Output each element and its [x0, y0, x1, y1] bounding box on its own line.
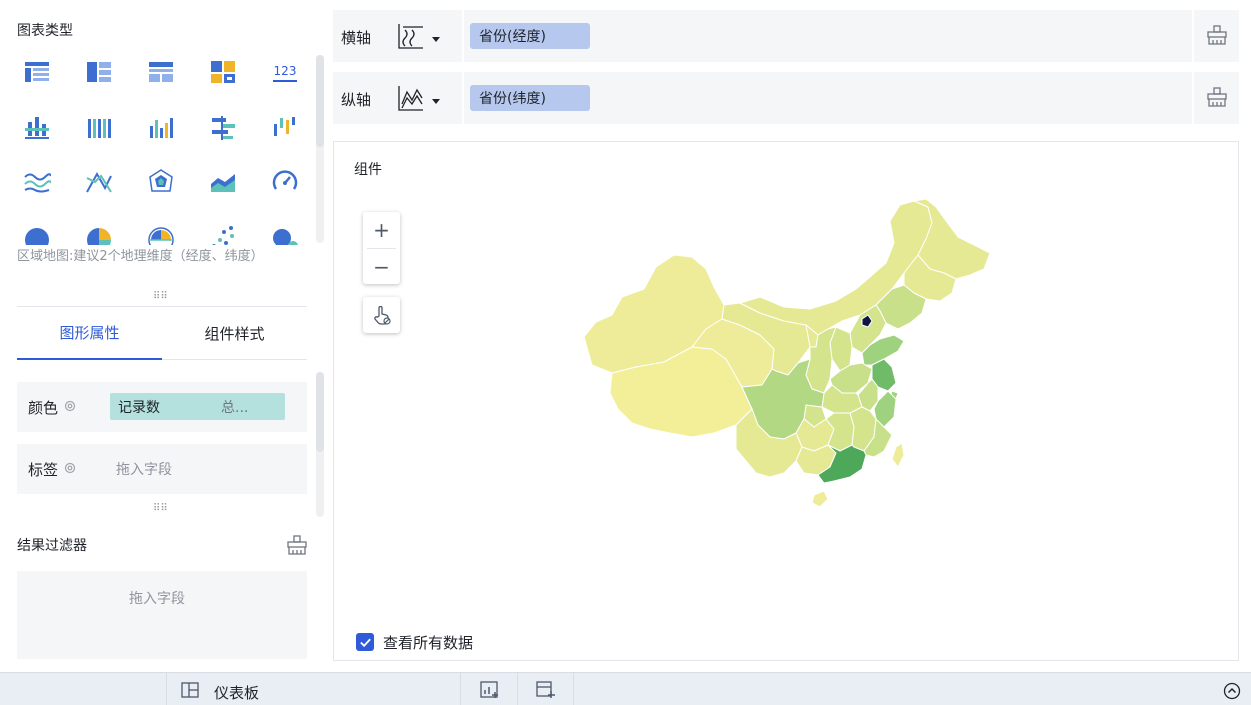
gear-icon[interactable] [63, 461, 77, 475]
add-component-button[interactable] [518, 673, 574, 705]
area-chart-icon[interactable] [198, 160, 248, 204]
detail-table-icon[interactable] [74, 50, 124, 94]
x-axis-dropdown-icon[interactable] [432, 37, 440, 42]
grouped-column-icon[interactable] [74, 106, 124, 150]
dashboard-icon [181, 682, 199, 698]
view-all-label: 查看所有数据 [383, 633, 474, 652]
cross-line-icon[interactable] [74, 160, 124, 204]
color-field-aggregation[interactable]: 总... [221, 397, 248, 417]
zoom-in-button[interactable]: + [363, 212, 400, 248]
label-label: 标签 [28, 461, 59, 479]
y-axis-field-pill[interactable]: 省份(纬度) [470, 85, 590, 111]
properties-scrollbar[interactable] [316, 372, 324, 452]
donut-segment-icon[interactable] [74, 216, 124, 245]
x-axis-clear-button[interactable] [1192, 10, 1239, 62]
resize-grip-icon[interactable]: ⠿⠿ [153, 503, 168, 514]
scatter-chart-icon[interactable] [198, 216, 248, 245]
x-axis-type-icon[interactable] [397, 22, 425, 50]
add-component-icon [535, 680, 555, 698]
region-taiwan [891, 442, 905, 468]
clear-brush-icon [1207, 87, 1227, 107]
china-region-map[interactable] [574, 197, 994, 557]
column-chart-icon[interactable] [136, 106, 186, 150]
range-column-icon[interactable] [260, 106, 310, 150]
collapse-up-icon[interactable] [1223, 682, 1241, 700]
x-axis-label: 横轴 [341, 29, 372, 47]
chart-types-title: 图表类型 [17, 23, 73, 39]
tab-shape-properties[interactable]: 图形属性 [17, 307, 162, 360]
view-all-checkbox[interactable] [356, 633, 374, 651]
x-axis-row: 横轴 省份(经度) [333, 10, 1239, 62]
y-axis-dropdown-icon[interactable] [432, 99, 440, 104]
zoom-control: + − [363, 212, 400, 284]
select-tool-button[interactable] [363, 297, 400, 333]
result-filter-drop-zone[interactable]: 拖入字段 [17, 571, 307, 659]
number-card-icon[interactable]: 123 [260, 50, 310, 94]
resize-grip-icon[interactable]: ⠿⠿ [153, 291, 168, 302]
rose-chart-icon[interactable] [136, 216, 186, 245]
chart-hint: 区域地图:建议2个地理维度（经度、纬度） [17, 249, 264, 264]
gauge-icon[interactable] [260, 160, 310, 204]
color-row: 颜色 记录数 总... [17, 382, 307, 432]
stacked-bar-icon[interactable] [12, 106, 62, 150]
region-hainan [811, 490, 829, 508]
property-tabs: 图形属性 组件样式 [17, 306, 307, 360]
dashboard-label: 仪表板 [214, 684, 260, 702]
chart-type-grid: 123 [12, 50, 312, 245]
wave-line-icon[interactable] [12, 160, 62, 204]
filter-drop-placeholder: 拖入字段 [129, 591, 185, 607]
y-axis-clear-button[interactable] [1192, 72, 1239, 124]
group-table-icon[interactable] [136, 50, 186, 94]
app-root: 图表类型 123 区域地图:建议2个地理维度（经度、纬度） ⠿⠿ 图形属性 组件… [0, 0, 1251, 705]
bubble-chart-icon[interactable] [260, 216, 310, 245]
clear-brush-icon [1207, 25, 1227, 45]
kpi-card-icon[interactable] [198, 50, 248, 94]
y-axis-label: 纵轴 [341, 91, 372, 109]
bottom-bar: 仪表板 [0, 672, 1251, 705]
add-chart-button[interactable] [462, 673, 518, 705]
chart-types-scrollbar[interactable] [316, 55, 324, 147]
color-label: 颜色 [28, 399, 59, 417]
pie-chart-icon[interactable] [12, 216, 62, 245]
label-drop-placeholder[interactable]: 拖入字段 [116, 459, 172, 479]
label-row: 标签 拖入字段 [17, 444, 307, 494]
hand-pointer-icon [373, 305, 391, 325]
component-title: 组件 [354, 162, 382, 178]
clear-brush-icon[interactable] [286, 534, 308, 556]
bar-chart-icon[interactable] [198, 106, 248, 150]
checkmark-icon [359, 638, 371, 647]
tab-component-style[interactable]: 组件样式 [162, 307, 307, 360]
x-axis-field-pill[interactable]: 省份(经度) [470, 23, 590, 49]
view-all-data-row[interactable]: 查看所有数据 [356, 632, 473, 652]
add-chart-icon [479, 680, 498, 698]
zoom-out-button[interactable]: − [363, 249, 400, 285]
left-panel: 图表类型 123 区域地图:建议2个地理维度（经度、纬度） ⠿⠿ 图形属性 组件… [0, 0, 325, 672]
component-canvas: 组件 + − 查看所有数据 [333, 141, 1239, 661]
gear-icon[interactable] [63, 399, 77, 413]
color-field-name: 记录数 [118, 400, 160, 416]
cross-table-icon[interactable] [12, 50, 62, 94]
y-axis-type-icon[interactable] [397, 84, 425, 112]
dashboard-tab[interactable]: 仪表板 [166, 673, 461, 705]
y-axis-row: 纵轴 省份(纬度) [333, 72, 1239, 124]
radar-chart-icon[interactable] [136, 160, 186, 204]
color-field-pill[interactable]: 记录数 总... [110, 393, 285, 420]
svg-text:123: 123 [274, 64, 297, 78]
result-filter-title: 结果过滤器 [17, 538, 87, 554]
